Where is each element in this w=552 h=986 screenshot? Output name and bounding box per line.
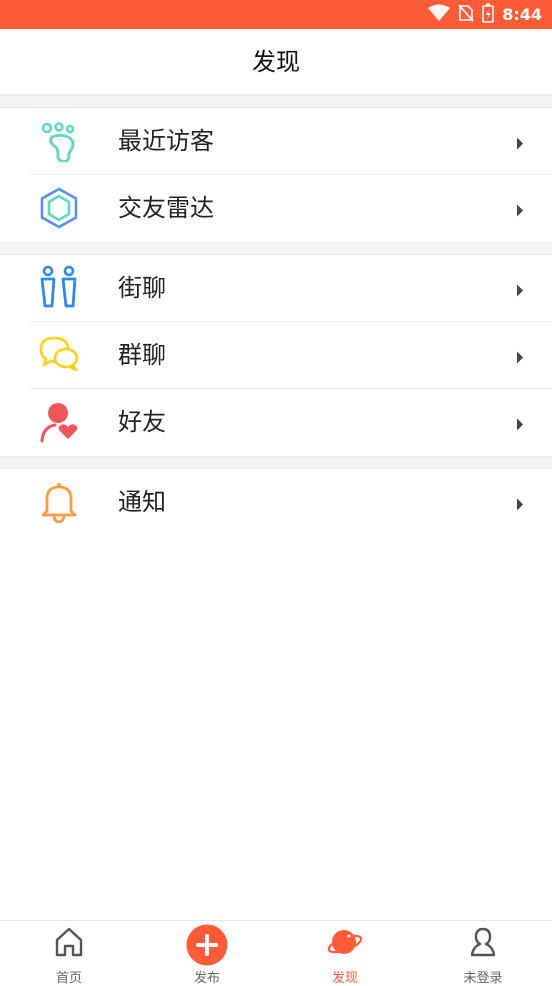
tab-label: 发布 (193, 971, 220, 986)
chat-bubbles-icon (38, 334, 80, 376)
tab-label: 未登录 (463, 971, 503, 986)
status-time: 8:44 (502, 5, 542, 24)
menu-item-recent-visitors[interactable]: 最近访客 (0, 108, 552, 175)
chevron-right-icon (516, 496, 524, 511)
chevron-right-icon (516, 282, 524, 297)
menu-item-label: 通知 (118, 488, 166, 516)
planet-icon (327, 924, 363, 964)
menu-item-group-chat[interactable]: 群聊 (0, 322, 552, 389)
menu-item-label: 群聊 (118, 341, 166, 369)
bell-icon (38, 481, 80, 524)
plus-circle-icon (186, 924, 228, 970)
tab-publish[interactable]: 发布 (138, 921, 276, 986)
menu-item-street-chat[interactable]: 街聊 (0, 255, 552, 322)
menu-item-notifications[interactable]: 通知 (0, 469, 552, 536)
user-heart-icon (38, 401, 80, 443)
page-title: 发现 (252, 48, 300, 76)
no-sim-icon (458, 3, 474, 26)
people-icon (38, 265, 80, 308)
header: 发现 (0, 29, 552, 95)
menu-item-label: 交友雷达 (118, 194, 214, 222)
tab-discover[interactable]: 发现 (276, 921, 414, 986)
section-gap (0, 242, 552, 255)
status-icons: 8:44 (428, 0, 542, 29)
menu-item-friend-radar[interactable]: 交友雷达 (0, 175, 552, 242)
chevron-right-icon (516, 416, 524, 431)
menu-item-label: 街聊 (118, 274, 166, 302)
tab-label: 发现 (331, 971, 358, 986)
tab-profile[interactable]: 未登录 (414, 921, 552, 986)
battery-charging-icon (482, 3, 495, 27)
section-gap (0, 456, 552, 469)
menu-item-friends[interactable]: 好友 (0, 389, 552, 456)
tab-home[interactable]: 首页 (0, 921, 138, 986)
chevron-right-icon (516, 202, 524, 217)
menu-item-label: 最近访客 (118, 127, 214, 155)
section-gap (0, 95, 552, 108)
chevron-right-icon (516, 349, 524, 364)
menu-item-label: 好友 (118, 408, 166, 436)
home-icon (53, 926, 85, 962)
status-bar: 8:44 (0, 0, 552, 29)
tab-label: 首页 (55, 971, 82, 986)
user-icon (467, 926, 499, 962)
bottom-tab-bar: 首页 发布 发现 未登录 (0, 920, 552, 986)
footprint-icon (38, 120, 80, 163)
wifi-icon (428, 4, 451, 26)
chevron-right-icon (516, 135, 524, 150)
radar-hexagon-icon (38, 187, 80, 229)
